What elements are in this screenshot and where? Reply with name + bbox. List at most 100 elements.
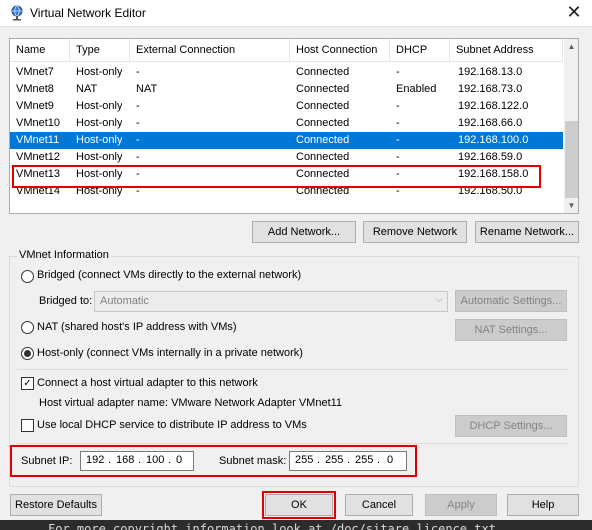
ip-dot: . [138, 454, 142, 466]
column-header-dhcp[interactable]: DHCP [390, 39, 450, 62]
cell-subnet: 192.168.50.0 [458, 185, 523, 197]
ok-button[interactable]: OK [265, 494, 333, 516]
cell-name: VMnet11 [16, 134, 60, 146]
cell-type: Host-only [76, 134, 123, 146]
subnet-ip-label: Subnet IP: [21, 455, 73, 467]
restore-defaults-button[interactable]: Restore Defaults [10, 494, 102, 516]
subnet-mask-field[interactable]: 255 . 255 . 255 . 0 [289, 451, 407, 471]
ip-dot: . [317, 454, 321, 466]
remove-network-button[interactable]: Remove Network [363, 221, 467, 243]
table-row[interactable]: VMnet8 NAT NAT Connected Enabled 192.168… [10, 81, 563, 98]
cell-subnet: 192.168.100.0 [458, 134, 529, 146]
cell-type: NAT [76, 83, 98, 95]
terminal-text: For more copyright information look at /… [48, 522, 496, 530]
network-list[interactable]: Name Type External Connection Host Conne… [9, 38, 579, 214]
column-header-subnet[interactable]: Subnet Address [450, 39, 563, 62]
vmnet-info-label: VMnet Information [17, 249, 111, 261]
table-row[interactable]: VMnet7 Host-only - Connected - 192.168.1… [10, 64, 563, 81]
cell-type: Host-only [76, 151, 123, 163]
help-button[interactable]: Help [507, 494, 579, 516]
cell-host: Connected [296, 185, 350, 197]
cell-external: - [136, 134, 140, 146]
nat-label: NAT (shared host's IP address with VMs) [37, 321, 237, 333]
cell-name: VMnet12 [16, 151, 61, 163]
cell-external: - [136, 185, 140, 197]
subnet-mask-label: Subnet mask: [219, 455, 287, 467]
cell-external: - [136, 66, 140, 78]
table-row-selected[interactable]: VMnet11 Host-only - Connected - 192.168.… [10, 132, 563, 149]
subnet-ip-octet-3: 100 [146, 454, 165, 466]
cell-subnet: 192.168.158.0 [458, 168, 529, 180]
cell-external: - [136, 117, 140, 129]
cancel-button[interactable]: Cancel [345, 494, 413, 516]
separator [17, 369, 569, 370]
subnet-ip-octet-2: 168 [116, 454, 135, 466]
column-header-name[interactable]: Name [10, 39, 70, 62]
cell-external: - [136, 151, 140, 163]
nat-radio[interactable] [21, 321, 34, 334]
vertical-scrollbar[interactable]: ▲ ▼ [564, 39, 578, 213]
dhcp-settings-button[interactable]: DHCP Settings... [455, 415, 567, 437]
cell-subnet: 192.168.73.0 [458, 83, 523, 95]
scroll-up-icon[interactable]: ▲ [564, 39, 578, 54]
cell-host: Connected [296, 117, 350, 129]
table-row[interactable]: VMnet9 Host-only - Connected - 192.168.1… [10, 98, 563, 115]
automatic-settings-button[interactable]: Automatic Settings... [455, 290, 567, 312]
network-globe-icon [11, 5, 23, 21]
table-row[interactable]: VMnet14 Host-only - Connected - 192.168.… [10, 183, 563, 200]
bridged-to-value: Automatic [100, 295, 149, 307]
host-only-label: Host-only (connect VMs internally in a p… [37, 347, 303, 359]
cell-subnet: 192.168.66.0 [458, 117, 523, 129]
bridged-to-label: Bridged to: [39, 295, 93, 307]
scroll-down-icon[interactable]: ▼ [564, 198, 578, 213]
cell-dhcp: - [396, 168, 400, 180]
cell-host: Connected [296, 151, 350, 163]
subnet-ip-field[interactable]: 192 . 168 . 100 . 0 [80, 451, 194, 471]
table-row[interactable]: VMnet12 Host-only - Connected - 192.168.… [10, 149, 563, 166]
close-button[interactable]: ✕ [560, 1, 588, 25]
subnet-mask-octet-3: 255 [355, 454, 374, 466]
bridged-label: Bridged (connect VMs directly to the ext… [37, 269, 302, 281]
cell-name: VMnet14 [16, 185, 61, 197]
cell-external: - [136, 168, 140, 180]
cell-name: VMnet9 [16, 100, 54, 112]
separator [17, 443, 569, 444]
dhcp-checkbox[interactable] [21, 419, 34, 432]
title-bar: Virtual Network Editor ✕ [0, 0, 592, 27]
scrollbar-thumb[interactable] [565, 121, 578, 198]
cell-dhcp: - [396, 100, 400, 112]
table-row[interactable]: VMnet10 Host-only - Connected - 192.168.… [10, 115, 563, 132]
cell-dhcp: - [396, 117, 400, 129]
subnet-ip-octet-4: 0 [176, 454, 183, 466]
rename-network-button[interactable]: Rename Network... [475, 221, 579, 243]
cell-name: VMnet10 [16, 117, 61, 129]
column-header-host[interactable]: Host Connection [290, 39, 390, 62]
cell-host: Connected [296, 66, 350, 78]
cell-name: VMnet8 [16, 83, 54, 95]
checkmark-icon: ✓ [23, 378, 32, 389]
cell-type: Host-only [76, 185, 123, 197]
add-network-button[interactable]: Add Network... [252, 221, 356, 243]
subnet-mask-octet-2: 255 [325, 454, 344, 466]
cell-name: VMnet13 [16, 168, 61, 180]
connect-adapter-label: Connect a host virtual adapter to this n… [37, 377, 258, 389]
column-header-external[interactable]: External Connection [130, 39, 290, 62]
bridged-to-select[interactable]: Automatic ⌵ [94, 291, 448, 312]
cell-dhcp: - [396, 66, 400, 78]
cell-subnet: 192.168.122.0 [458, 100, 529, 112]
list-header: Name Type External Connection Host Conne… [10, 39, 563, 62]
ip-dot: . [108, 454, 112, 466]
subnet-mask-octet-4: 0 [387, 454, 394, 466]
cell-host: Connected [296, 168, 350, 180]
connect-adapter-checkbox[interactable]: ✓ [21, 377, 34, 390]
bridged-radio[interactable] [21, 270, 34, 283]
column-header-type[interactable]: Type [70, 39, 130, 62]
cell-subnet: 192.168.59.0 [458, 151, 523, 163]
nat-settings-button[interactable]: NAT Settings... [455, 319, 567, 341]
apply-button[interactable]: Apply [425, 494, 497, 516]
dhcp-label: Use local DHCP service to distribute IP … [37, 419, 307, 431]
table-row[interactable]: VMnet13 Host-only - Connected - 192.168.… [10, 166, 563, 183]
close-icon: ✕ [566, 2, 582, 22]
subnet-ip-octet-1: 192 [86, 454, 105, 466]
host-only-radio[interactable] [21, 347, 34, 360]
